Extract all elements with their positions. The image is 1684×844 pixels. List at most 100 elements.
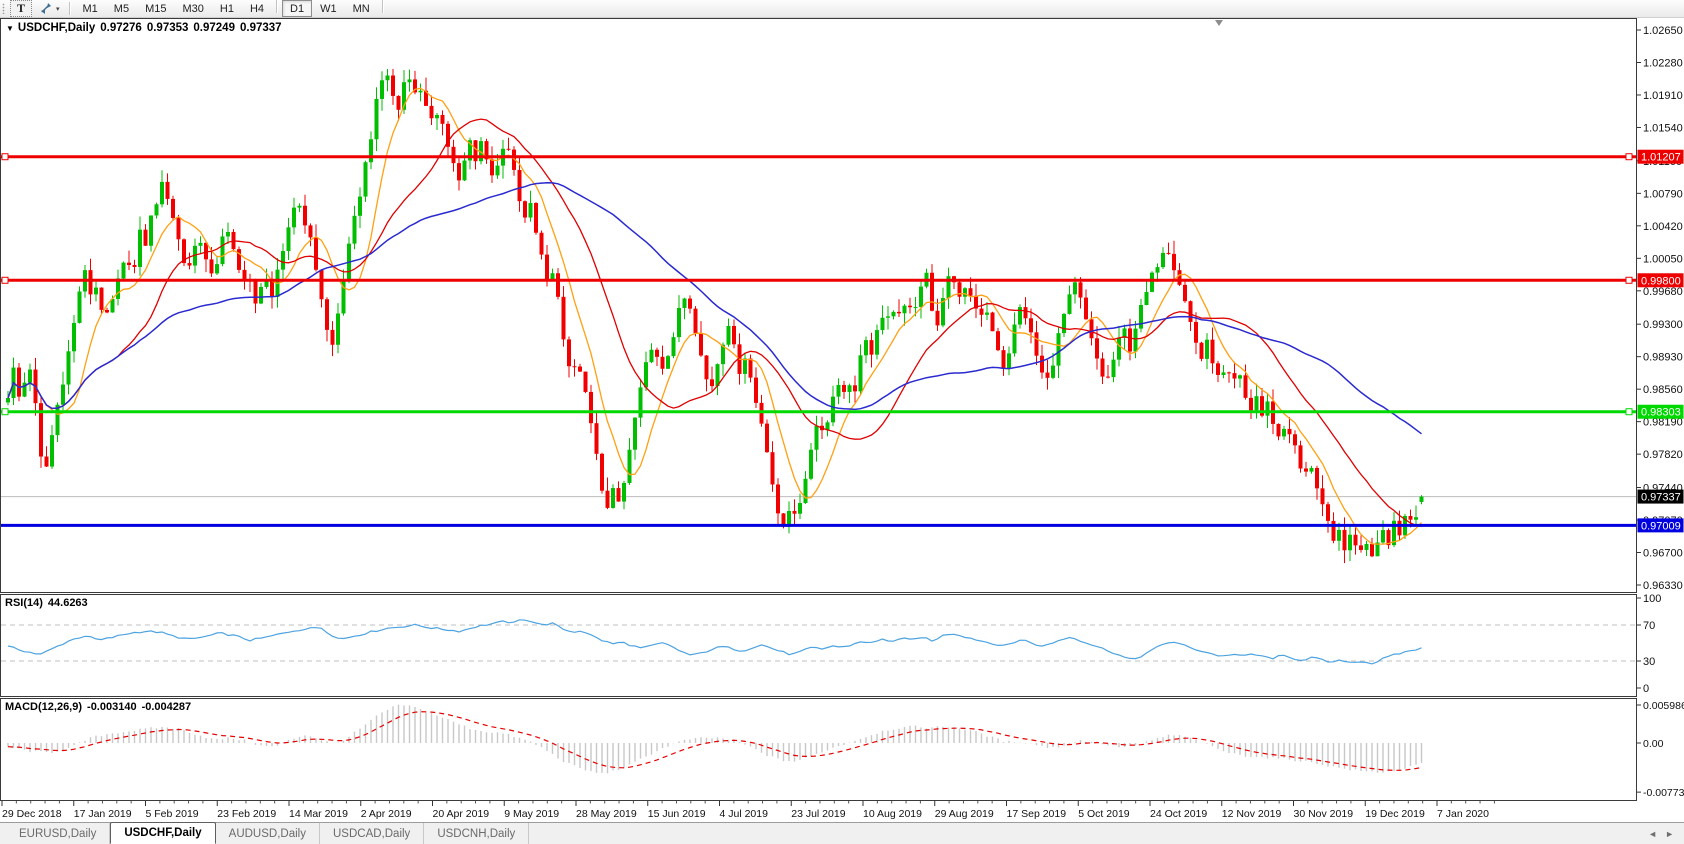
- macd-label: MACD(12,26,9) -0.003140 -0.004287: [5, 701, 196, 713]
- macd-axis: 0.0059860.00-0.007737: [1637, 700, 1684, 799]
- toolbar-separator: [382, 0, 384, 13]
- svg-text:1.02650: 1.02650: [1643, 25, 1683, 37]
- symbol-dropdown-caret-icon[interactable]: ▼: [6, 24, 14, 33]
- rsi-axis: 10070300: [1637, 593, 1661, 695]
- timeframe-button-d1[interactable]: D1: [282, 0, 312, 17]
- price-box-1.01207: 1.01207: [1638, 150, 1684, 164]
- timeframe-toolbar: T ▾ M1M5M15M30H1H4 D1W1MN: [0, 0, 1684, 18]
- timeframe-button-m5[interactable]: M5: [106, 0, 137, 17]
- price-box-0.97337: 0.97337: [1638, 490, 1684, 504]
- svg-text:1.02280: 1.02280: [1643, 57, 1683, 69]
- svg-text:0.99680: 0.99680: [1643, 286, 1683, 298]
- main-chart-panel[interactable]: [1, 19, 1637, 593]
- chart-canvas[interactable]: 1.026501.022801.019101.015401.011601.007…: [0, 0, 1684, 844]
- svg-text:0.99300: 0.99300: [1643, 319, 1683, 331]
- hline-handle[interactable]: [2, 409, 8, 415]
- date-axis[interactable]: 29 Dec 2018 17 Jan 2019 5 Feb 2019 23 Feb 2…: [2, 801, 1494, 820]
- macd-main-value: -0.003140: [87, 701, 137, 713]
- price-box-0.98303: 0.98303: [1638, 405, 1684, 419]
- svg-text:29 Aug 2019: 29 Aug 2019: [935, 808, 994, 820]
- svg-text:17 Sep 2019: 17 Sep 2019: [1007, 808, 1067, 820]
- svg-text:20 Apr 2019: 20 Apr 2019: [433, 808, 490, 820]
- macd-signal-value: -0.004287: [142, 701, 192, 713]
- svg-text:30 Nov 2019: 30 Nov 2019: [1294, 808, 1354, 820]
- svg-text:2 Apr 2019: 2 Apr 2019: [361, 808, 412, 820]
- hline-handle[interactable]: [1626, 277, 1632, 283]
- ohlc-high: 0.97353: [147, 22, 189, 34]
- price-axis[interactable]: 1.026501.022801.019101.015401.011601.007…: [1637, 25, 1683, 592]
- mt4-window: T ▾ M1M5M15M30H1H4 D1W1MN 1.02650 1.02280 1…: [0, 0, 1684, 844]
- chart-tab-bar: EURUSD,DailyUSDCHF,DailyAUDUSD,DailyUSDC…: [0, 822, 1684, 844]
- chart-tab-usdcnh[interactable]: USDCNH,Daily: [424, 823, 529, 844]
- svg-text:0.005986: 0.005986: [1643, 700, 1684, 712]
- svg-text:1.01910: 1.01910: [1643, 90, 1683, 102]
- timeframe-button-mn[interactable]: MN: [345, 0, 378, 17]
- svg-text:0.97820: 0.97820: [1643, 449, 1683, 461]
- chart-tab-usdcad[interactable]: USDCAD,Daily: [320, 823, 424, 844]
- rsi-value: 44.6263: [48, 597, 88, 609]
- rsi-name: RSI(14): [5, 597, 43, 609]
- svg-text:28 May 2019: 28 May 2019: [576, 808, 637, 820]
- tab-scroll-right-icon[interactable]: ►: [1665, 829, 1674, 839]
- price-box-0.99800: 0.99800: [1638, 273, 1684, 287]
- timeframe-button-w1[interactable]: W1: [312, 0, 345, 17]
- svg-text:5 Oct 2019: 5 Oct 2019: [1078, 808, 1130, 820]
- svg-text:10 Aug 2019: 10 Aug 2019: [863, 808, 922, 820]
- svg-text:0: 0: [1643, 683, 1649, 695]
- chart-tab-audusd[interactable]: AUDUSD,Daily: [216, 823, 320, 844]
- chart-title: ▼ USDCHF,Daily 0.97276 0.97353 0.97249 0.9733…: [6, 22, 287, 34]
- ohlc-low: 0.97249: [193, 22, 235, 34]
- ohlc-close: 0.97337: [240, 22, 282, 34]
- timeframe-button-h1[interactable]: H1: [212, 0, 242, 17]
- svg-text:0.98560: 0.98560: [1643, 384, 1683, 396]
- timeframe-button-m15[interactable]: M15: [137, 0, 174, 17]
- price-box-0.97009: 0.97009: [1638, 518, 1684, 532]
- hline-handle[interactable]: [1626, 409, 1632, 415]
- text-tool-button[interactable]: T: [10, 0, 32, 17]
- svg-text:9 May 2019: 9 May 2019: [504, 808, 559, 820]
- svg-text:0.98303: 0.98303: [1641, 407, 1681, 419]
- chart-tab-eurusd[interactable]: EURUSD,Daily: [6, 823, 110, 844]
- toolbar-separator: [276, 0, 278, 13]
- toolbar-grip[interactable]: [2, 3, 5, 14]
- svg-text:1.00790: 1.00790: [1643, 188, 1683, 200]
- svg-text:23 Feb 2019: 23 Feb 2019: [217, 808, 276, 820]
- svg-text:0.00: 0.00: [1643, 738, 1664, 750]
- svg-text:29 Dec 2018: 29 Dec 2018: [2, 808, 62, 820]
- timeframe-button-m1[interactable]: M1: [75, 0, 106, 17]
- timeframe-buttons: M1M5M15M30H1H4 D1W1MN: [75, 0, 388, 17]
- rsi-panel[interactable]: [1, 595, 1637, 697]
- diagonal-arrows-icon: [39, 2, 54, 15]
- chart-tab-usdchf[interactable]: USDCHF,Daily: [110, 822, 215, 844]
- svg-text:23 Jul 2019: 23 Jul 2019: [791, 808, 845, 820]
- chart-symbol: USDCHF,Daily: [18, 22, 95, 34]
- ohlc-open: 0.97276: [100, 22, 142, 34]
- svg-text:0.96700: 0.96700: [1643, 548, 1683, 560]
- svg-text:0.97337: 0.97337: [1641, 492, 1681, 504]
- svg-text:0.97009: 0.97009: [1641, 520, 1681, 532]
- svg-text:7 Jan 2020: 7 Jan 2020: [1437, 808, 1489, 820]
- svg-text:0.96330: 0.96330: [1643, 580, 1683, 592]
- hline-handle[interactable]: [2, 277, 8, 283]
- tab-scroll-left-icon[interactable]: ◄: [1648, 829, 1657, 839]
- toolbar-separator: [69, 2, 71, 15]
- svg-text:4 Jul 2019: 4 Jul 2019: [720, 808, 769, 820]
- svg-text:5 Feb 2019: 5 Feb 2019: [146, 808, 199, 820]
- macd-name: MACD(12,26,9): [5, 701, 82, 713]
- svg-text:1.01540: 1.01540: [1643, 122, 1683, 134]
- rsi-label: RSI(14) 44.6263: [5, 597, 93, 609]
- timeframe-button-h4[interactable]: H4: [242, 0, 272, 17]
- svg-text:19 Dec 2019: 19 Dec 2019: [1365, 808, 1425, 820]
- svg-text:1.00050: 1.00050: [1643, 253, 1683, 265]
- svg-text:12 Nov 2019: 12 Nov 2019: [1222, 808, 1282, 820]
- svg-text:17 Jan 2019: 17 Jan 2019: [74, 808, 132, 820]
- timeframe-button-m30[interactable]: M30: [174, 0, 211, 17]
- svg-text:1.01207: 1.01207: [1641, 152, 1681, 164]
- svg-text:30: 30: [1643, 656, 1655, 668]
- macd-panel[interactable]: [1, 699, 1637, 801]
- hline-handle[interactable]: [2, 154, 8, 160]
- hline-handle[interactable]: [1626, 154, 1632, 160]
- arrows-tool-button[interactable]: ▾: [35, 0, 64, 17]
- svg-text:24 Oct 2019: 24 Oct 2019: [1150, 808, 1207, 820]
- dropdown-caret-icon[interactable]: ▾: [56, 5, 60, 13]
